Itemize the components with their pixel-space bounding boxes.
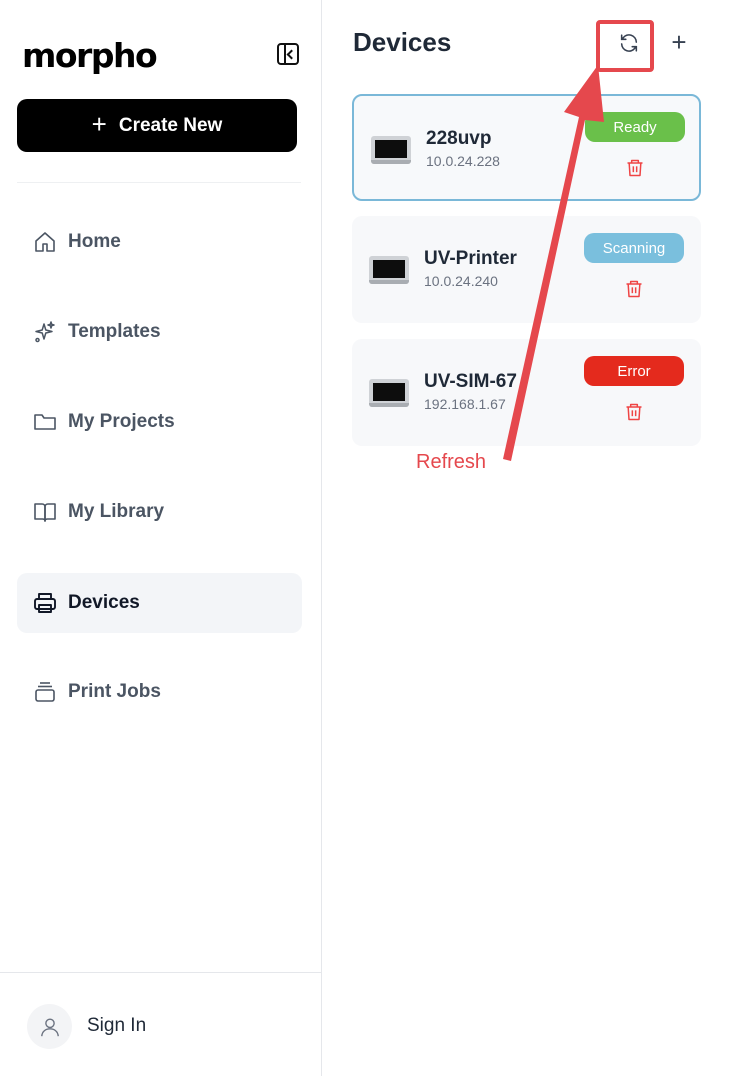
- device-name: 228uvp: [426, 128, 492, 149]
- printer-icon: [33, 591, 57, 615]
- sign-in-link[interactable]: Sign In: [87, 1015, 146, 1037]
- sidebar-item-label: My Projects: [68, 411, 175, 432]
- sparkles-icon: [33, 320, 57, 344]
- sidebar: morpho + Create New Home Templates My Pr…: [0, 0, 322, 1076]
- sidebar-item-my-library[interactable]: My Library: [17, 482, 302, 542]
- plus-icon: +: [671, 26, 687, 57]
- annotation-label: Refresh: [416, 451, 487, 473]
- app-logo: morpho: [22, 36, 158, 75]
- device-name: UV-SIM-67: [424, 371, 517, 392]
- avatar[interactable]: [27, 1004, 72, 1049]
- collapse-sidebar-icon[interactable]: [277, 43, 299, 65]
- device-card[interactable]: UV-SIM-67 192.168.1.67 Error: [352, 339, 701, 446]
- trash-icon[interactable]: [624, 401, 644, 423]
- user-icon: [40, 1018, 59, 1036]
- home-icon: [33, 230, 57, 254]
- printer-thumbnail: [369, 379, 409, 407]
- device-ip: 192.168.1.67: [424, 396, 506, 412]
- stack-icon: [33, 680, 57, 704]
- device-ip: 10.0.24.240: [424, 273, 498, 289]
- status-badge: Scanning: [584, 233, 684, 263]
- refresh-highlight-box: [596, 20, 654, 72]
- device-ip: 10.0.24.228: [426, 153, 500, 169]
- status-badge: Error: [584, 356, 684, 386]
- sidebar-item-devices[interactable]: Devices: [17, 573, 302, 633]
- sidebar-item-label: My Library: [68, 501, 165, 522]
- add-device-button[interactable]: +: [666, 26, 692, 57]
- device-card[interactable]: 228uvp 10.0.24.228 Ready: [352, 94, 701, 201]
- device-card[interactable]: UV-Printer 10.0.24.240 Scanning: [352, 216, 701, 323]
- sidebar-item-my-projects[interactable]: My Projects: [17, 392, 302, 452]
- create-new-button[interactable]: + Create New: [17, 99, 297, 152]
- create-new-label: Create New: [118, 114, 223, 136]
- status-badge: Ready: [585, 112, 685, 142]
- sidebar-item-home[interactable]: Home: [17, 212, 302, 272]
- plus-icon: +: [91, 109, 107, 139]
- sidebar-item-label: Devices: [68, 592, 140, 613]
- sidebar-item-label: Home: [68, 231, 121, 252]
- sidebar-item-templates[interactable]: Templates: [17, 302, 302, 362]
- sidebar-item-print-jobs[interactable]: Print Jobs: [17, 662, 302, 722]
- printer-thumbnail: [369, 256, 409, 284]
- trash-icon[interactable]: [624, 278, 644, 300]
- printer-thumbnail: [371, 136, 411, 164]
- sidebar-item-label: Print Jobs: [68, 681, 161, 702]
- trash-icon[interactable]: [625, 157, 645, 179]
- sidebar-divider: [17, 182, 301, 183]
- page-title: Devices: [353, 27, 452, 57]
- book-icon: [33, 500, 57, 524]
- sidebar-item-label: Templates: [68, 321, 161, 342]
- folder-icon: [33, 410, 57, 434]
- device-name: UV-Printer: [424, 248, 517, 269]
- sidebar-bottom-divider: [0, 972, 321, 973]
